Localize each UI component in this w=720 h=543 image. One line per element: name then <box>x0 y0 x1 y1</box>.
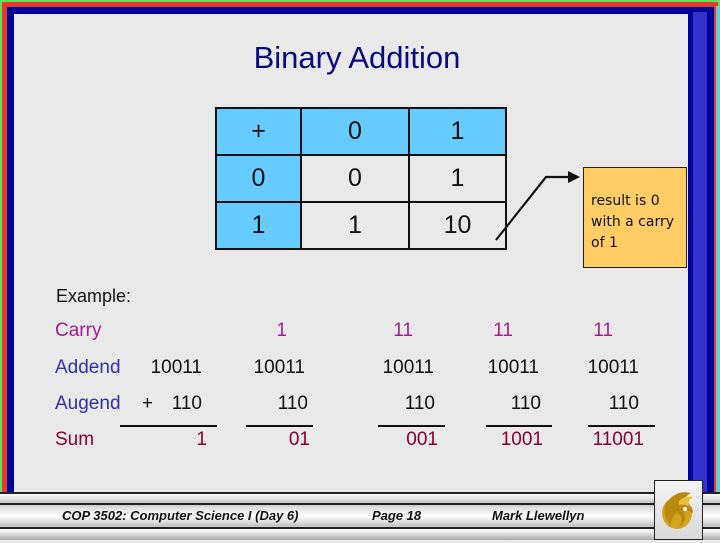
step-augend: 110 <box>404 393 435 414</box>
footer-author: Mark Llewellyn <box>492 508 585 523</box>
note-line: with a carry <box>591 214 675 230</box>
table-cell: 0 <box>300 154 410 203</box>
step-augend: 110 <box>608 393 639 414</box>
step-augend: 110 <box>510 393 541 414</box>
step-augend: 110 <box>277 393 308 414</box>
table-row: + 0 1 <box>215 107 507 156</box>
step-addend: 10011 <box>150 357 202 378</box>
slide-border-teal <box>716 6 720 540</box>
addend-label: Addend <box>55 357 121 378</box>
footer-bar: COP 3502: Computer Science I (Day 6) Pag… <box>0 492 720 540</box>
table-row: 0 0 1 <box>215 154 507 203</box>
step-augend: 110 <box>171 393 202 414</box>
augend-label: Augend <box>55 393 121 414</box>
sum-rule <box>486 425 552 427</box>
table-cell: 1 <box>300 201 410 250</box>
note-line: of 1 <box>591 235 618 251</box>
example-heading: Example: <box>56 286 132 306</box>
table-cell: 10 <box>408 201 507 250</box>
slide-border-blue <box>693 12 707 540</box>
footer-page-number: Page 18 <box>372 508 422 523</box>
footer-divider <box>0 527 720 529</box>
step-sum: 11001 <box>592 429 644 450</box>
step-addend: 10011 <box>587 357 639 378</box>
sum-rule <box>120 425 217 427</box>
step-carry: 11 <box>493 320 513 341</box>
step-carry: 11 <box>393 320 413 341</box>
sum-label: Sum <box>55 429 95 450</box>
slide-title: Binary Addition <box>253 40 461 75</box>
table-cell: 0 <box>215 154 302 203</box>
step-sum: 1 <box>196 429 207 450</box>
footer-course: COP 3502: Computer Science I (Day 6) <box>62 508 299 523</box>
logo-box <box>654 480 703 540</box>
step-addend: 10011 <box>487 357 539 378</box>
table-cell: + <box>215 107 302 156</box>
table-cell: 1 <box>215 201 302 250</box>
step-addend: 10011 <box>382 357 434 378</box>
step-sum: 001 <box>406 429 438 450</box>
sum-rule <box>246 425 313 427</box>
slide-canvas <box>14 14 688 540</box>
footer-divider <box>0 503 720 505</box>
carry-label: Carry <box>55 320 102 341</box>
step-sum: 01 <box>288 429 310 450</box>
step-carry: 11 <box>593 320 613 341</box>
sum-rule <box>588 425 655 427</box>
table-cell: 0 <box>300 107 410 156</box>
table-cell: 1 <box>408 154 507 203</box>
note-line: result is 0 <box>591 193 660 209</box>
pegasus-logo-icon <box>662 492 693 529</box>
table-cell: 1 <box>408 107 507 156</box>
step-carry: 1 <box>276 320 287 341</box>
callout-note: result is 0 with a carry of 1 <box>583 167 687 268</box>
step-addend: 10011 <box>253 357 305 378</box>
addition-table: + 0 1 0 0 1 1 1 10 <box>215 107 507 250</box>
step-sum: 1001 <box>500 429 543 450</box>
table-row: 1 1 10 <box>215 201 507 250</box>
sum-rule <box>378 425 445 427</box>
